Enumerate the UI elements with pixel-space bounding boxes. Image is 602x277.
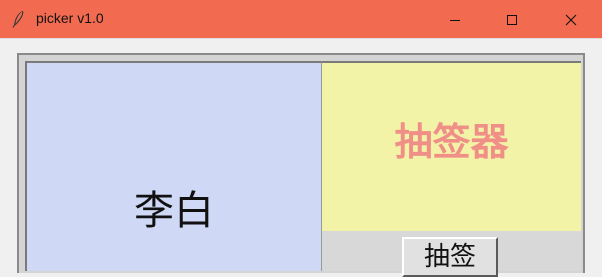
window-title: picker v1.0 [36, 10, 104, 26]
title-bar[interactable]: picker v1.0 [0, 0, 602, 39]
minimize-button[interactable] [432, 0, 478, 39]
title-panel: 抽签器 [322, 61, 581, 231]
main-frame: 李白 抽签器 抽签 [17, 53, 585, 277]
button-area: 抽签 [322, 231, 581, 277]
close-icon [565, 14, 577, 26]
result-name: 李白 [134, 188, 214, 234]
window-client-area: 李白 抽签器 抽签 [0, 39, 602, 277]
maximize-button[interactable] [489, 0, 535, 39]
result-panel: 李白 [25, 61, 322, 271]
app-heading: 抽签器 [394, 120, 509, 164]
feather-icon [11, 10, 25, 28]
minimize-icon [449, 14, 461, 26]
maximize-icon [506, 14, 518, 26]
draw-button[interactable]: 抽签 [402, 237, 498, 277]
close-button[interactable] [548, 0, 594, 39]
